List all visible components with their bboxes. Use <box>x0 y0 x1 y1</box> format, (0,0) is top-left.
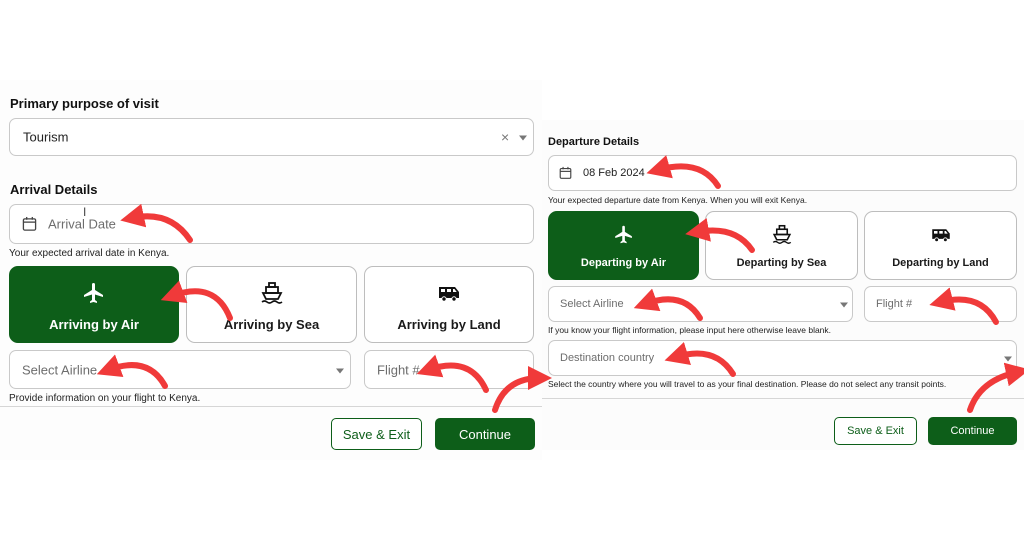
continue-button[interactable]: Continue <box>928 417 1017 445</box>
destination-placeholder: Destination country <box>560 352 655 364</box>
ship-icon <box>772 224 791 244</box>
departure-form-panel: Departure Details 08 Feb 2024 Your expec… <box>542 120 1024 450</box>
arriving-by-sea-card[interactable]: Arriving by Sea <box>186 266 357 343</box>
save-exit-button[interactable]: Save & Exit <box>331 418 422 450</box>
plane-icon <box>614 225 632 244</box>
departure-helper-text: Your expected departure date from Kenya.… <box>548 195 808 205</box>
departing-by-sea-label: Departing by Sea <box>736 257 827 269</box>
chevron-down-icon[interactable] <box>519 135 527 141</box>
airline-placeholder: Select Airline <box>560 298 624 310</box>
departing-by-sea-card[interactable]: Departing by Sea <box>705 211 858 280</box>
departure-heading: Departure Details <box>548 136 640 148</box>
flight-number-input[interactable]: Flight # <box>364 350 534 389</box>
chevron-down-icon[interactable] <box>1004 356 1012 362</box>
departure-date-value: 08 Feb 2024 <box>583 167 645 179</box>
arrival-helper-text: Your expected arrival date in Kenya. <box>9 248 170 259</box>
arrival-form-panel: Primary purpose of visit Tourism × Arriv… <box>0 80 542 460</box>
flight-helper-text: Provide information on your flight to Ke… <box>9 393 201 404</box>
airline-select[interactable]: Select Airline <box>548 286 853 322</box>
purpose-label: Primary purpose of visit <box>10 96 159 111</box>
flight-helper-text: If you know your flight information, ple… <box>548 325 832 335</box>
footer-divider <box>0 406 542 407</box>
destination-helper-text: Select the country where you will travel… <box>548 379 947 389</box>
departing-by-air-label: Departing by Air <box>580 257 667 269</box>
chevron-down-icon[interactable] <box>840 302 848 308</box>
flight-number-placeholder: Flight # <box>377 362 420 377</box>
clear-icon[interactable]: × <box>501 129 509 145</box>
departing-by-land-card[interactable]: Departing by Land <box>864 211 1017 280</box>
bus-icon <box>439 287 459 302</box>
destination-country-select[interactable]: Destination country <box>548 340 1017 376</box>
plane-icon <box>84 283 103 303</box>
calendar-icon <box>22 216 37 231</box>
footer-divider <box>542 398 1024 399</box>
text-cursor-icon: I <box>83 205 87 219</box>
arriving-by-air-card[interactable]: Arriving by Air <box>9 266 179 343</box>
purpose-value: Tourism <box>23 129 69 145</box>
arriving-by-sea-label: Arriving by Sea <box>223 317 320 332</box>
arriving-by-land-label: Arriving by Land <box>397 317 501 332</box>
departure-date-input[interactable]: 08 Feb 2024 <box>548 155 1017 191</box>
arriving-by-air-label: Arriving by Air <box>49 317 139 332</box>
calendar-icon <box>559 166 572 179</box>
chevron-down-icon[interactable] <box>336 368 344 373</box>
airline-select[interactable]: Select Airline <box>9 350 351 389</box>
continue-button[interactable]: Continue <box>435 418 535 450</box>
airline-placeholder: Select Airline <box>22 362 98 377</box>
arrival-date-input[interactable]: Arrival Date I <box>9 204 534 244</box>
save-exit-button[interactable]: Save & Exit <box>834 417 917 445</box>
arriving-by-land-card[interactable]: Arriving by Land <box>364 266 534 343</box>
arrival-date-placeholder: Arrival Date <box>48 216 116 232</box>
departing-by-land-label: Departing by Land <box>892 257 989 269</box>
departing-by-air-card[interactable]: Departing by Air <box>548 211 699 280</box>
flight-number-placeholder: Flight # <box>876 298 913 310</box>
arrival-heading: Arrival Details <box>10 182 98 197</box>
purpose-select[interactable]: Tourism × <box>9 118 534 156</box>
ship-icon <box>261 282 282 304</box>
bus-icon <box>931 229 950 243</box>
flight-number-input[interactable]: Flight # <box>864 286 1017 322</box>
